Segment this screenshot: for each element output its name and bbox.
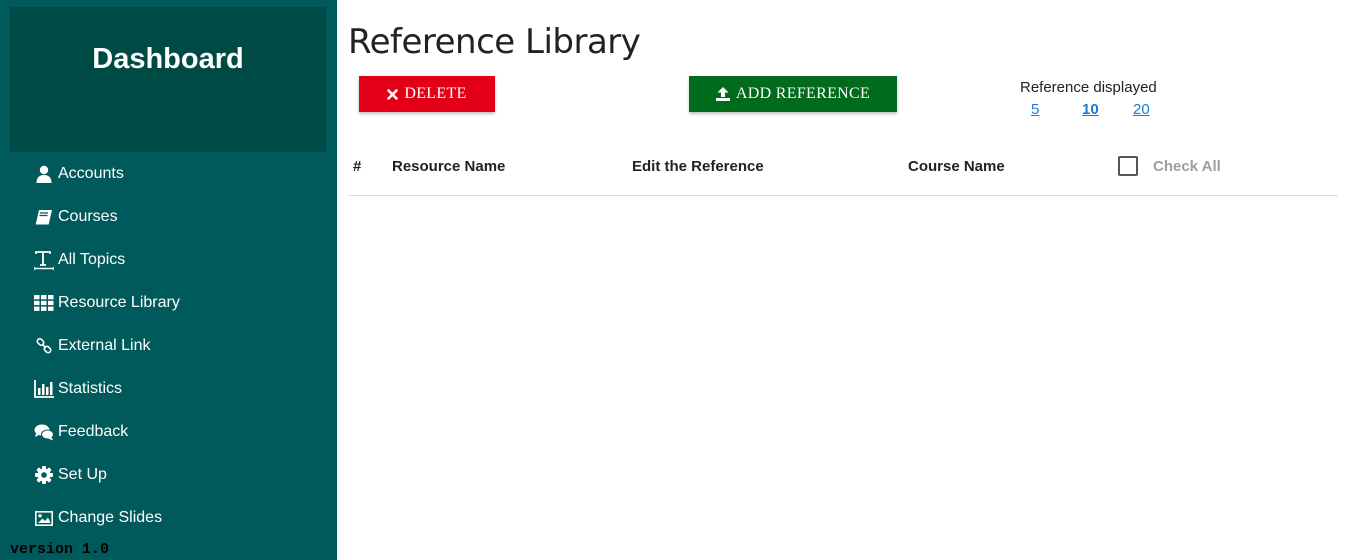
sidebar-item-change-slides[interactable]: Change Slides [34, 503, 294, 533]
version-label: version 1.0 [10, 541, 110, 558]
column-header-number: # [353, 158, 362, 175]
delete-button[interactable]: DELETE [359, 76, 495, 112]
check-all-checkbox[interactable] [1118, 156, 1138, 176]
bar-chart-icon [34, 379, 54, 399]
sidebar-item-resource-library[interactable]: Resource Library [34, 288, 294, 318]
per-page-option-10[interactable]: 10 [1082, 101, 1099, 118]
per-page-option-5[interactable]: 5 [1031, 101, 1039, 118]
sidebar-item-external-link[interactable]: External Link [34, 331, 294, 361]
link-icon [34, 336, 54, 356]
sidebar-item-label: Statistics [58, 380, 123, 397]
add-reference-button[interactable]: ADD REFERENCE [689, 76, 897, 112]
sidebar-item-accounts[interactable]: Accounts [34, 159, 294, 189]
per-page-option-20[interactable]: 20 [1133, 101, 1150, 118]
sidebar-item-label: Accounts [58, 165, 124, 182]
image-icon [34, 508, 54, 528]
add-reference-label: ADD REFERENCE [735, 85, 871, 102]
column-header-resource-name: Resource Name [392, 158, 506, 175]
brand-title: Dashboard [92, 43, 244, 75]
sidebar-item-statistics[interactable]: Statistics [34, 374, 294, 404]
sidebar-item-feedback[interactable]: Feedback [34, 417, 294, 447]
sidebar-item-courses[interactable]: Courses [34, 202, 294, 232]
per-page-label: Reference displayed [1020, 79, 1157, 96]
column-header-edit-reference: Edit the Reference [632, 158, 764, 175]
comments-icon [34, 422, 54, 442]
book-icon [34, 207, 54, 227]
close-icon [387, 88, 399, 100]
sidebar-item-label: Resource Library [58, 294, 180, 311]
upload-icon [715, 87, 730, 101]
column-header-course-name: Course Name [908, 158, 1005, 175]
sidebar-item-all-topics[interactable]: All Topics [34, 245, 294, 275]
delete-button-label: DELETE [404, 85, 467, 102]
page-title: Reference Library [348, 22, 641, 62]
table-header-divider [348, 195, 1338, 196]
grid-icon [34, 293, 54, 313]
sidebar-item-label: Change Slides [58, 509, 163, 526]
text-icon [34, 250, 54, 270]
dashboard-brand[interactable]: Dashboard [10, 7, 326, 152]
sidebar-item-set-up[interactable]: Set Up [34, 460, 294, 490]
sidebar-item-label: External Link [58, 337, 151, 354]
sidebar-item-label: Feedback [58, 423, 129, 440]
sidebar: Dashboard Accounts Courses All Topics Re… [0, 0, 337, 560]
sidebar-item-label: Set Up [58, 466, 107, 483]
check-all-label[interactable]: Check All [1153, 158, 1221, 175]
sidebar-item-label: All Topics [58, 251, 126, 268]
user-icon [34, 164, 54, 184]
gear-icon [34, 465, 54, 485]
sidebar-item-label: Courses [58, 208, 118, 225]
